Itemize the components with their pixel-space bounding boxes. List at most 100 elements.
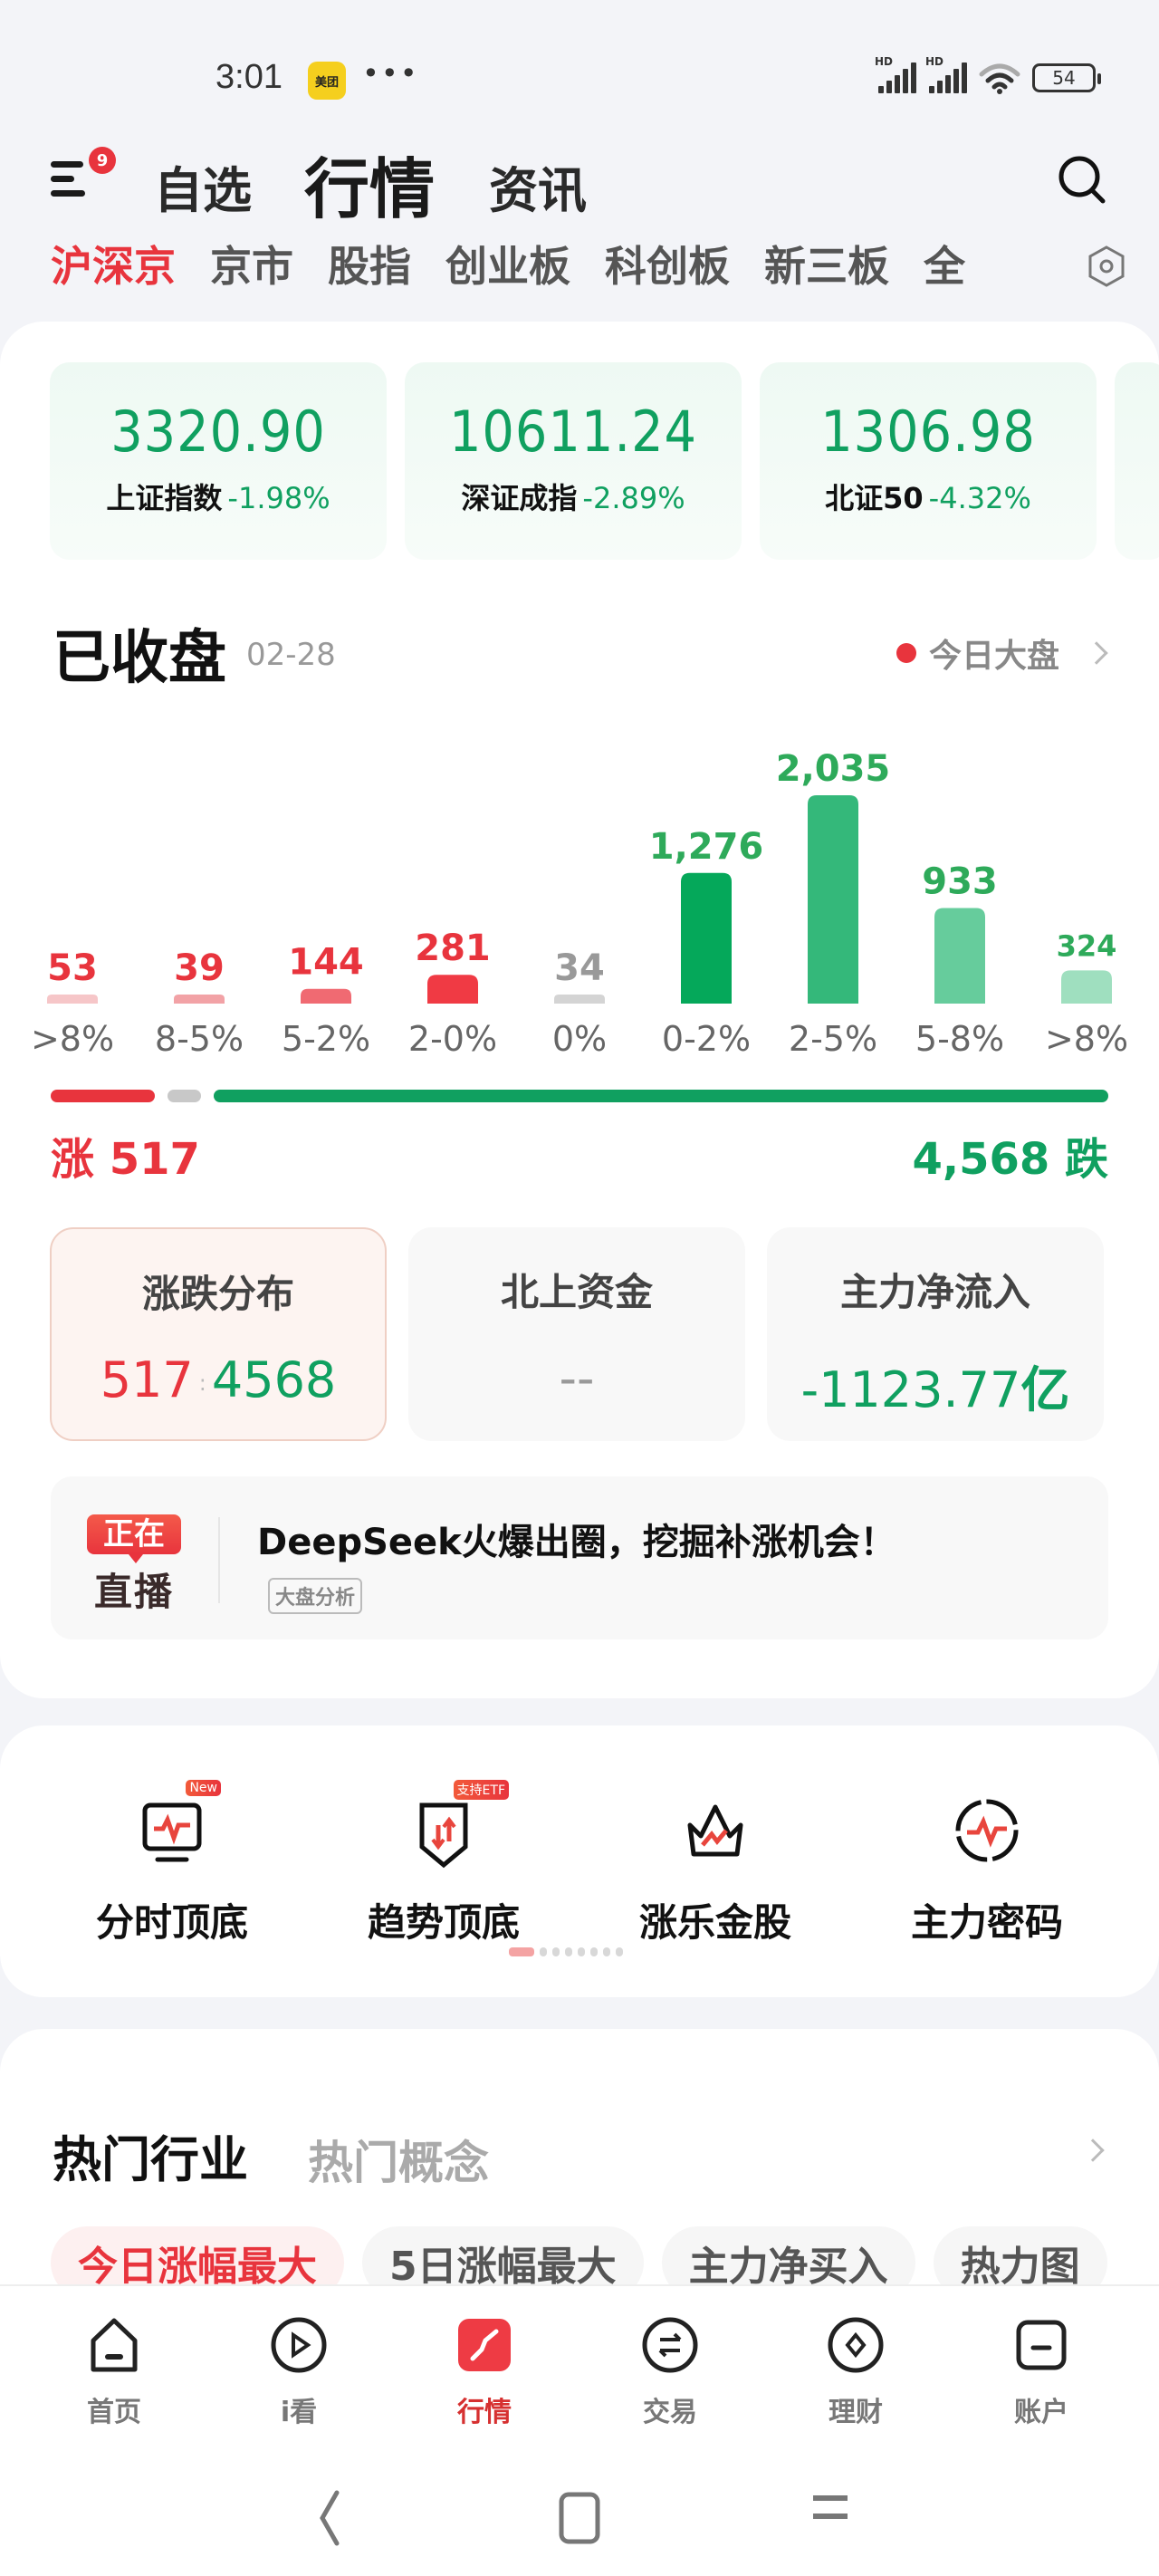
subtab-star-market[interactable]: 科创板 — [605, 234, 730, 293]
account-icon — [1016, 2320, 1067, 2370]
new-badge: New — [186, 1780, 221, 1796]
stat-cards: 涨跌分布 517:4568 北上资金 -- 主力净流入 -1123.77亿 — [50, 1227, 1104, 1441]
tab-news[interactable]: 资讯 — [489, 150, 587, 222]
value-label-2: 144 — [288, 942, 364, 984]
category-label-4: 0% — [552, 1019, 607, 1059]
value-label-4: 34 — [554, 947, 605, 989]
tab-watchlist[interactable]: 自选 — [154, 150, 252, 222]
today-market-link[interactable]: 今日大盘 — [896, 630, 1108, 677]
index-card-shenzhen[interactable]: 10611.24 深证成指 -2.89% — [405, 362, 742, 560]
crown-icon — [687, 1804, 743, 1857]
exchange-icon — [642, 2317, 698, 2373]
nav-finance[interactable]: 理财 — [801, 2313, 910, 2429]
live-dot-icon — [896, 643, 916, 663]
subtab-chinext[interactable]: 创业板 — [445, 234, 570, 293]
market-overview-card: 3320.90 上证指数 -1.98% 10611.24 深证成指 -2.89% 1… — [0, 322, 1159, 1698]
bar-1 — [174, 995, 225, 1004]
value-label-7: 933 — [922, 861, 998, 903]
bar-8 — [1061, 970, 1112, 1004]
pager-dot — [616, 1947, 623, 1956]
nav-market[interactable]: 行情 — [430, 2313, 539, 2429]
index-card-shanghai[interactable]: 3320.90 上证指数 -1.98% — [50, 362, 387, 560]
stat-card-distribution[interactable]: 涨跌分布 517:4568 — [50, 1227, 387, 1441]
signal-icon: HD — [875, 55, 916, 93]
back-button — [320, 2490, 340, 2546]
tool-main-force-code[interactable]: 主力密码 — [869, 1780, 1105, 1947]
subtab-jingshi[interactable]: 京市 — [210, 234, 293, 293]
meituan-notification-icon: 美团 — [308, 62, 346, 100]
value-label-1: 39 — [174, 947, 225, 989]
nav-home[interactable]: 首页 — [60, 2313, 168, 2429]
bar-6 — [808, 795, 858, 1004]
tab-hot-industries[interactable]: 热门行业 — [53, 2119, 248, 2191]
market-status-title: 已收盘 — [53, 625, 226, 692]
search-icon[interactable] — [1054, 152, 1108, 207]
home-button — [559, 2492, 600, 2544]
nav-watch[interactable]: i看 — [244, 2313, 353, 2429]
pager-dot — [552, 1947, 560, 1956]
home-icon — [91, 2318, 138, 2372]
subtab-index[interactable]: 股指 — [328, 234, 411, 293]
breadth-ratio-bar — [51, 1090, 1108, 1102]
value-label-0: 53 — [47, 947, 98, 989]
decliners-segment — [213, 1090, 1108, 1102]
chevron-right-icon[interactable] — [1081, 2139, 1105, 2162]
settings-icon[interactable] — [1087, 245, 1126, 288]
subtab-all[interactable]: 全 — [924, 234, 965, 293]
pager-dot-active — [509, 1947, 534, 1956]
value-label-6: 2,035 — [776, 748, 891, 790]
live-badge-icon: 正在 直播 — [87, 1514, 181, 1617]
category-label-0: >8% — [31, 1019, 114, 1059]
bar-5 — [681, 872, 732, 1004]
etf-badge: 支持ETF — [453, 1780, 509, 1800]
pager-dot — [540, 1947, 547, 1956]
category-label-3: 2-0% — [408, 1019, 497, 1059]
tab-hot-concepts[interactable]: 热门概念 — [308, 2127, 489, 2192]
top-nav: 9 自选 行情 资讯 — [0, 136, 1159, 227]
bar-7 — [934, 908, 985, 1004]
category-label-6: 2-5% — [789, 1019, 877, 1059]
status-bar: 3:01 美团 ••• HD HD 54 — [0, 0, 1159, 154]
pager-dot — [578, 1947, 585, 1956]
index-cards: 3320.90 上证指数 -1.98% 10611.24 深证成指 -2.89% 1… — [50, 362, 1159, 560]
value-label-8: 324 — [1057, 928, 1117, 963]
pager-dot — [603, 1947, 610, 1956]
decliners-count: 4,568 跌 — [912, 1134, 1108, 1185]
nav-trade[interactable]: 交易 — [616, 2313, 724, 2429]
subtab-hushenjing[interactable]: 沪深京 — [51, 234, 176, 293]
tools-card: New 分时顶底 支持ETF 趋势顶底 涨乐金股 主力密码 — [0, 1725, 1159, 1997]
advancers-count: 涨 517 — [51, 1134, 200, 1185]
tab-market[interactable]: 行情 — [304, 136, 435, 231]
notification-badge: 9 — [89, 147, 116, 174]
circle-pulse-icon — [955, 1799, 1019, 1862]
tools-pager[interactable] — [509, 1947, 623, 1956]
market-subtabs: 沪深京 京市 股指 创业板 科创板 新三板 全 — [51, 234, 965, 293]
market-date: 02-28 — [246, 637, 336, 673]
nav-account[interactable]: 账户 — [987, 2313, 1096, 2429]
live-broadcast-banner[interactable]: 正在 直播 DeepSeek火爆出圈，挖掘补涨机会！ 大盘分析 — [51, 1476, 1108, 1639]
category-label-7: 5-8% — [915, 1019, 1004, 1059]
category-label-5: 0-2% — [662, 1019, 751, 1059]
stat-card-main-inflow[interactable]: 主力净流入 -1123.77亿 — [767, 1227, 1104, 1441]
stat-card-northbound[interactable]: 北上资金 -- — [408, 1227, 745, 1441]
tool-golden-stocks[interactable]: 涨乐金股 — [598, 1780, 833, 1947]
more-notifications-icon: ••• — [362, 56, 419, 91]
category-label-2: 5-2% — [282, 1019, 370, 1059]
index-card-bse50[interactable]: 1306.98 北证50 -4.32% — [760, 362, 1097, 560]
category-label-1: 8-5% — [155, 1019, 244, 1059]
subtab-neeq[interactable]: 新三板 — [764, 234, 889, 293]
pager-dot — [590, 1947, 598, 1956]
tool-trend-top-bottom[interactable]: 支持ETF 趋势顶底 — [326, 1780, 561, 1947]
bar-2 — [301, 988, 351, 1004]
wifi-icon — [979, 63, 1020, 94]
index-card-partial[interactable] — [1115, 362, 1159, 560]
play-icon — [271, 2317, 327, 2373]
flat-segment — [168, 1090, 201, 1102]
bar-0 — [47, 995, 98, 1004]
battery-icon: 54 — [1032, 63, 1101, 92]
value-label-5: 1,276 — [649, 826, 764, 868]
system-nav-bar — [320, 2490, 848, 2546]
tool-intraday-top-bottom[interactable]: New 分时顶底 — [54, 1780, 290, 1947]
live-tag: 大盘分析 — [268, 1578, 363, 1614]
pager-dot — [565, 1947, 572, 1956]
